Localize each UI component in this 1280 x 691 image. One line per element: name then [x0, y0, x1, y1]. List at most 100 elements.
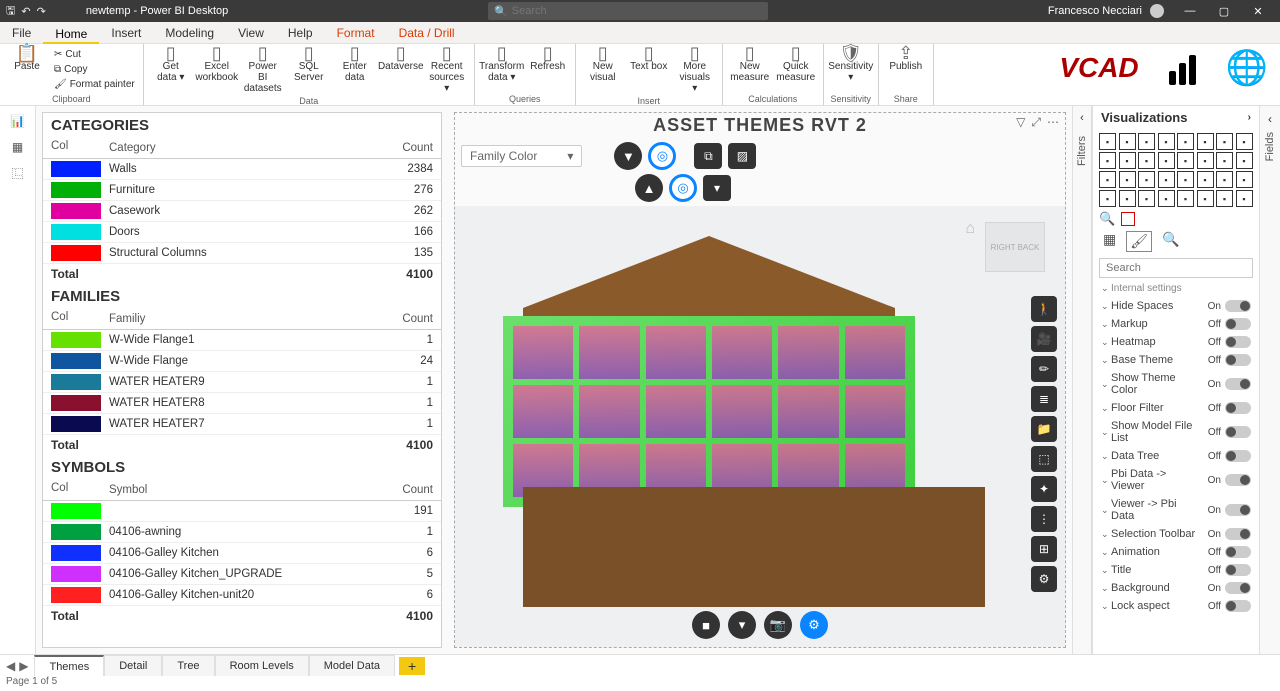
prop-base-theme[interactable]: ⌄Base ThemeOff: [1093, 351, 1259, 369]
table-row[interactable]: 04106-Galley Kitchen_UPGRADE5: [43, 564, 441, 585]
menu-tab-data-drill[interactable]: Data / Drill: [387, 22, 467, 43]
prop-animation[interactable]: ⌄AnimationOff: [1093, 543, 1259, 561]
toggle[interactable]: [1225, 564, 1251, 576]
target-button[interactable]: ◎: [648, 142, 676, 170]
ribbon-btn-refresh[interactable]: ▯Refresh: [527, 46, 569, 94]
toggle[interactable]: [1225, 528, 1251, 540]
minimize-button[interactable]: —: [1174, 5, 1206, 18]
ribbon-btn-quick-measure[interactable]: ▯Quick measure: [775, 46, 817, 94]
prop-lock-aspect[interactable]: ⌄Lock aspectOff: [1093, 597, 1259, 615]
toggle[interactable]: [1225, 504, 1251, 516]
table-row[interactable]: W-Wide Flange24: [43, 351, 441, 372]
vis-search-input[interactable]: [1099, 258, 1253, 278]
folder-tool[interactable]: 📁: [1031, 416, 1057, 442]
menu-tab-modeling[interactable]: Modeling: [153, 22, 226, 43]
stop-bottom-tool[interactable]: ■: [692, 611, 720, 639]
table-row[interactable]: Furniture276: [43, 180, 441, 201]
visual-type-19[interactable]: ▪: [1158, 171, 1175, 188]
menu-tab-insert[interactable]: Insert: [99, 22, 153, 43]
visual-type-10[interactable]: ▪: [1138, 152, 1155, 169]
visual-type-24[interactable]: ▪: [1099, 190, 1116, 207]
visual-type-23[interactable]: ▪: [1236, 171, 1253, 188]
visual-type-5[interactable]: ▪: [1197, 133, 1214, 150]
filter-icon[interactable]: ▽: [1016, 115, 1025, 130]
save-icon[interactable]: 🖫: [6, 2, 15, 21]
cube-tool[interactable]: ⬚: [1031, 446, 1057, 472]
redo-icon[interactable]: ↷: [37, 5, 46, 18]
gear-tool[interactable]: ⚙: [1031, 566, 1057, 592]
visual-type-29[interactable]: ▪: [1197, 190, 1214, 207]
toggle[interactable]: [1225, 600, 1251, 612]
person-tool[interactable]: 🚶: [1031, 296, 1057, 322]
fields-rail[interactable]: ‹ Fields: [1260, 106, 1280, 654]
toggle[interactable]: [1225, 582, 1251, 594]
clip-button[interactable]: ⧉: [694, 143, 722, 169]
search-icon[interactable]: 🔍: [1099, 211, 1115, 227]
model-visual[interactable]: ▽ ⤢ ⋯ ASSET THEMES RVT 2 Family Color ▾ …: [454, 112, 1066, 648]
sheet-tab-room-levels[interactable]: Room Levels: [215, 655, 309, 677]
prop-pbi-data-viewer[interactable]: ⌄Pbi Data -> ViewerOn: [1093, 465, 1259, 495]
levels-tool[interactable]: ⋮: [1031, 506, 1057, 532]
ribbon-btn-power-bi-datasets[interactable]: ▯Power BI datasets: [242, 46, 284, 96]
toggle[interactable]: [1225, 336, 1251, 348]
prop-show-model-file-list[interactable]: ⌄Show Model File ListOff: [1093, 417, 1259, 447]
analytics-tab-icon[interactable]: 🔍: [1162, 231, 1179, 252]
menu-tab-format[interactable]: Format: [325, 22, 387, 43]
focus-icon[interactable]: ⤢: [1031, 115, 1041, 130]
visual-type-2[interactable]: ▪: [1138, 133, 1155, 150]
color-dropdown[interactable]: Family Color ▾: [461, 145, 582, 167]
camera-tool[interactable]: 🎥: [1031, 326, 1057, 352]
toggle[interactable]: [1225, 354, 1251, 366]
visual-type-8[interactable]: ▪: [1099, 152, 1116, 169]
collapse-vis-icon[interactable]: ›: [1248, 112, 1251, 123]
table-row[interactable]: WATER HEATER71: [43, 414, 441, 435]
visual-type-11[interactable]: ▪: [1158, 152, 1175, 169]
ribbon-btn-excel-workbook[interactable]: ▯Excel workbook: [196, 46, 238, 96]
copy-button[interactable]: ⧉Copy: [52, 63, 137, 76]
ribbon-btn-sql-server[interactable]: ▯SQL Server: [288, 46, 330, 96]
filters-rail[interactable]: ‹ Filters: [1072, 106, 1092, 654]
up-button[interactable]: ▲: [635, 174, 663, 202]
toggle[interactable]: [1225, 450, 1251, 462]
visual-type-16[interactable]: ▪: [1099, 171, 1116, 188]
sheet-prev-icon[interactable]: ◀: [6, 659, 15, 673]
sheet-tab-themes[interactable]: Themes: [34, 655, 104, 677]
layers-tool[interactable]: ≣: [1031, 386, 1057, 412]
funnel-button[interactable]: ▾: [703, 175, 731, 201]
model-view-icon[interactable]: ⿺: [9, 164, 27, 182]
visual-type-0[interactable]: ▪: [1099, 133, 1116, 150]
menu-tab-view[interactable]: View: [226, 22, 276, 43]
table-row[interactable]: WATER HEATER81: [43, 393, 441, 414]
sheet-tab-tree[interactable]: Tree: [162, 655, 214, 677]
ribbon-btn-new-measure[interactable]: ▯New measure: [729, 46, 771, 94]
fields-tab-icon[interactable]: ▦: [1103, 231, 1116, 252]
toggle[interactable]: [1225, 402, 1251, 414]
prop-selection-toolbar[interactable]: ⌄Selection ToolbarOn: [1093, 525, 1259, 543]
visual-type-31[interactable]: ▪: [1236, 190, 1253, 207]
prop-background[interactable]: ⌄BackgroundOn: [1093, 579, 1259, 597]
expand-fields-icon[interactable]: ‹: [1268, 112, 1272, 126]
toggle[interactable]: [1225, 318, 1251, 330]
paste-button[interactable]: 📋 Paste: [6, 46, 48, 94]
table-row[interactable]: 04106-awning1: [43, 522, 441, 543]
sheet-next-icon[interactable]: ▶: [19, 659, 28, 673]
visual-type-20[interactable]: ▪: [1177, 171, 1194, 188]
connect-tool[interactable]: ✦: [1031, 476, 1057, 502]
ribbon-btn-recent-sources-[interactable]: ▯Recent sources ▾: [426, 46, 468, 96]
ribbon-btn-more-visuals-[interactable]: ▯More visuals ▾: [674, 46, 716, 96]
visual-type-22[interactable]: ▪: [1216, 171, 1233, 188]
sheet-tab-model-data[interactable]: Model Data: [309, 655, 395, 677]
table-row[interactable]: Casework262: [43, 201, 441, 222]
visual-type-30[interactable]: ▪: [1216, 190, 1233, 207]
format-tab-icon[interactable]: 🖌: [1126, 231, 1152, 252]
visual-type-13[interactable]: ▪: [1197, 152, 1214, 169]
undo-icon[interactable]: ↶: [21, 5, 30, 18]
pencil-tool[interactable]: ✏: [1031, 356, 1057, 382]
target2-button[interactable]: ◎: [669, 174, 697, 202]
toggle[interactable]: [1225, 426, 1251, 438]
visual-type-6[interactable]: ▪: [1216, 133, 1233, 150]
down-button[interactable]: ▼: [614, 142, 642, 170]
visual-type-27[interactable]: ▪: [1158, 190, 1175, 207]
toggle[interactable]: [1225, 546, 1251, 558]
cut-button[interactable]: ✂Cut: [52, 48, 137, 61]
